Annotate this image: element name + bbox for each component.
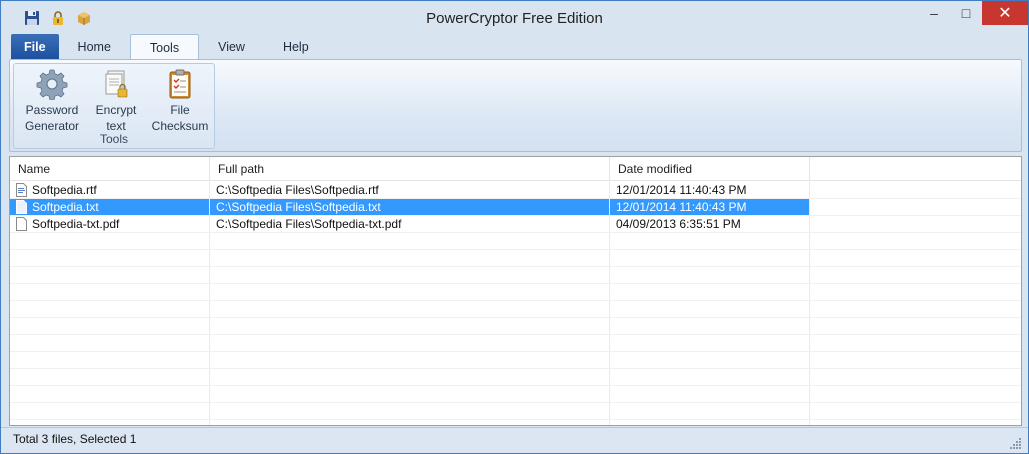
- document-stack-icon: [105, 70, 128, 98]
- pdf-file-icon: [16, 217, 27, 231]
- file-list[interactable]: Name Full path Date modified Softpedia.r…: [9, 156, 1022, 426]
- app-window: PowerCryptor Free Edition – □ ✕ File Hom…: [0, 0, 1029, 454]
- ribbon-group-tools: Password Generator Encrypt text File Che…: [13, 63, 215, 149]
- file-date: 12/01/2014 11:40:43 PM: [610, 199, 810, 215]
- empty-row: [10, 403, 1021, 420]
- tab-view[interactable]: View: [199, 34, 264, 60]
- empty-row: [10, 335, 1021, 352]
- tab-help[interactable]: Help: [264, 34, 328, 60]
- ribbon-group-label: Tools: [99, 132, 128, 146]
- empty-row: [10, 267, 1021, 284]
- table-row[interactable]: Softpedia.rtf C:\Softpedia Files\Softped…: [10, 182, 1021, 199]
- list-header: Name Full path Date modified: [10, 157, 1021, 181]
- file-name: Softpedia.rtf: [32, 183, 97, 197]
- tab-file[interactable]: File: [11, 34, 59, 60]
- window-title: PowerCryptor Free Edition: [426, 10, 603, 27]
- close-button[interactable]: ✕: [982, 1, 1028, 25]
- table-row-selected[interactable]: Softpedia.txt C:\Softpedia Files\Softped…: [10, 199, 1021, 216]
- file-checksum-label-1: File: [170, 103, 190, 117]
- file-date: 12/01/2014 11:40:43 PM: [610, 182, 810, 198]
- ribbon-panel: Password Generator Encrypt text File Che…: [9, 59, 1022, 152]
- empty-row: [10, 420, 1021, 425]
- empty-row: [10, 233, 1021, 250]
- password-generator-button[interactable]: Password Generator: [20, 66, 84, 134]
- empty-row: [10, 250, 1021, 267]
- file-path: C:\Softpedia Files\Softpedia.rtf: [210, 182, 610, 198]
- file-checksum-button[interactable]: File Checksum: [148, 66, 212, 134]
- status-bar: Total 3 files, Selected 1: [1, 427, 1028, 453]
- table-row[interactable]: Softpedia-txt.pdf C:\Softpedia Files\Sof…: [10, 216, 1021, 233]
- empty-row: [10, 352, 1021, 369]
- empty-row: [10, 284, 1021, 301]
- empty-row: [10, 318, 1021, 335]
- file-name: Softpedia-txt.pdf: [32, 217, 120, 231]
- rtf-file-icon: [16, 183, 27, 197]
- column-header-full-path[interactable]: Full path: [210, 157, 610, 181]
- maximize-button[interactable]: □: [950, 1, 982, 25]
- password-generator-label-1: Password: [25, 103, 79, 117]
- minimize-button[interactable]: –: [918, 1, 950, 25]
- gear-icon: [36, 69, 68, 100]
- encrypt-text-label-1: Encrypt: [95, 103, 137, 117]
- column-header-date-modified[interactable]: Date modified: [610, 157, 810, 181]
- empty-row: [10, 301, 1021, 318]
- file-path: C:\Softpedia Files\Softpedia-txt.pdf: [210, 216, 610, 232]
- window-controls: – □ ✕: [918, 1, 1028, 25]
- column-header-name[interactable]: Name: [10, 157, 210, 181]
- resize-grip-icon[interactable]: [1010, 437, 1022, 449]
- file-date: 04/09/2013 6:35:51 PM: [610, 216, 810, 232]
- tab-tools[interactable]: Tools: [129, 34, 200, 60]
- empty-row: [10, 386, 1021, 403]
- tab-home[interactable]: Home: [59, 34, 130, 60]
- clipboard-checklist-icon: [169, 69, 191, 99]
- list-rows: Softpedia.rtf C:\Softpedia Files\Softped…: [10, 182, 1021, 425]
- ribbon-tabs: File Home Tools View Help: [11, 34, 328, 60]
- empty-row: [10, 369, 1021, 386]
- title-bar[interactable]: PowerCryptor Free Edition – □ ✕: [1, 1, 1028, 35]
- file-name: Softpedia.txt: [32, 200, 99, 214]
- txt-file-icon: [16, 200, 27, 214]
- encrypt-text-button[interactable]: Encrypt text: [84, 66, 148, 134]
- file-path: C:\Softpedia Files\Softpedia.txt: [210, 199, 610, 215]
- status-text: Total 3 files, Selected 1: [13, 432, 137, 446]
